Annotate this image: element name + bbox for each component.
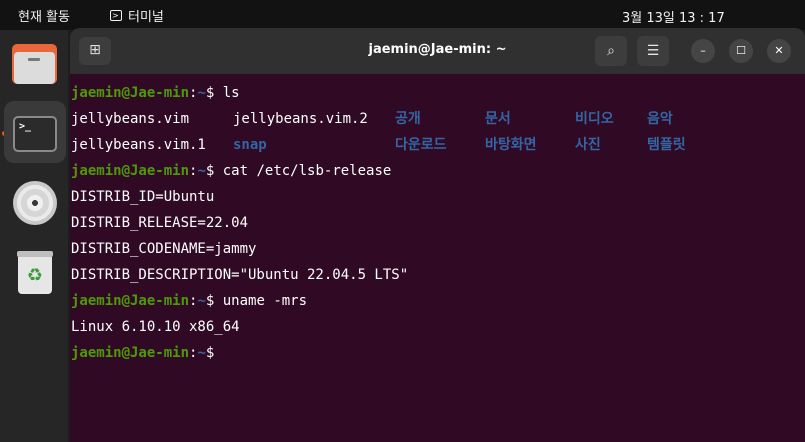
- file-entry: jellybeans.vim: [71, 111, 190, 127]
- ls-output-row: jellybeans.vim.1 snap 다운로드 바탕화면 사진 템플릿: [71, 132, 801, 158]
- file-entry: jellybeans.vim.1: [71, 137, 206, 153]
- dock-item-files[interactable]: [4, 32, 66, 94]
- output-line: DISTRIB_CODENAME=jammy: [71, 241, 257, 257]
- top-bar: 현재 활동 > 터미널 3월 13일 13 : 17: [0, 0, 805, 30]
- directory-entry: 비디오: [575, 111, 614, 127]
- text-cursor: [223, 342, 231, 357]
- terminal-output[interactable]: jaemin@Jae-min:~$ ls jellybeans.vim jell…: [71, 80, 801, 366]
- maximize-button[interactable]: ☐: [729, 39, 753, 63]
- clock[interactable]: 3월 13일 13 : 17: [622, 7, 725, 26]
- directory-entry: 바탕화면: [485, 137, 537, 153]
- optical-disc-icon: [13, 181, 57, 225]
- search-button[interactable]: ⌕: [595, 36, 627, 66]
- menu-button[interactable]: ☰: [637, 36, 669, 66]
- terminal-icon: >_: [13, 116, 57, 152]
- hamburger-menu-icon: ☰: [646, 43, 660, 59]
- app-menu[interactable]: > 터미널: [110, 6, 164, 25]
- directory-entry: 문서: [485, 111, 511, 127]
- output-line: DISTRIB_ID=Ubuntu: [71, 189, 215, 205]
- directory-entry: 템플릿: [647, 137, 686, 153]
- terminal-window: ⊞ jaemin@Jae-min: ~ ⌕ ☰ – ☐ ✕ jaemin@Jae…: [70, 28, 805, 442]
- close-icon: ✕: [774, 44, 784, 57]
- minimize-icon: –: [700, 44, 706, 57]
- trash-icon: ♻: [17, 251, 53, 294]
- prompt-line: jaemin@Jae-min:~$ cat /etc/lsb-release: [71, 163, 392, 179]
- directory-entry: snap: [233, 137, 267, 153]
- directory-entry: 공개: [395, 111, 421, 127]
- search-icon: ⌕: [607, 43, 615, 59]
- directory-entry: 다운로드: [395, 137, 447, 153]
- command-text: uname -mrs: [222, 293, 308, 309]
- directory-entry: 사진: [575, 137, 601, 153]
- minimize-button[interactable]: –: [691, 39, 715, 63]
- ls-output-row: jellybeans.vim jellybeans.vim.2 공개 문서 비디…: [71, 106, 801, 132]
- output-line: Linux 6.10.10 x86_64: [71, 319, 240, 335]
- output-line: DISTRIB_RELEASE=22.04: [71, 215, 249, 231]
- close-button[interactable]: ✕: [767, 39, 791, 63]
- maximize-icon: ☐: [736, 44, 746, 57]
- command-text: ls: [222, 85, 240, 101]
- output-line: DISTRIB_DESCRIPTION="Ubuntu 22.04.5 LTS": [71, 267, 409, 283]
- file-entry: jellybeans.vim.2: [233, 111, 368, 127]
- app-menu-label: 터미널: [128, 10, 164, 25]
- command-text: cat /etc/lsb-release: [222, 163, 392, 179]
- dock-item-optical-disc[interactable]: [4, 172, 66, 234]
- terminal-app-icon: >: [110, 10, 122, 21]
- files-icon: [12, 44, 57, 84]
- activities-button[interactable]: 현재 활동: [18, 6, 70, 25]
- prompt-line: jaemin@Jae-min:~$ ls: [71, 85, 240, 101]
- dock: >_ ♻: [0, 30, 68, 442]
- dock-item-terminal[interactable]: >_: [4, 101, 66, 163]
- dock-item-trash[interactable]: ♻: [4, 241, 66, 303]
- header-bar: ⊞ jaemin@Jae-min: ~ ⌕ ☰ – ☐ ✕: [70, 28, 805, 74]
- directory-entry: 음악: [647, 111, 673, 127]
- current-prompt-line[interactable]: jaemin@Jae-min:~$: [71, 340, 801, 366]
- prompt-line: jaemin@Jae-min:~$ uname -mrs: [71, 293, 308, 309]
